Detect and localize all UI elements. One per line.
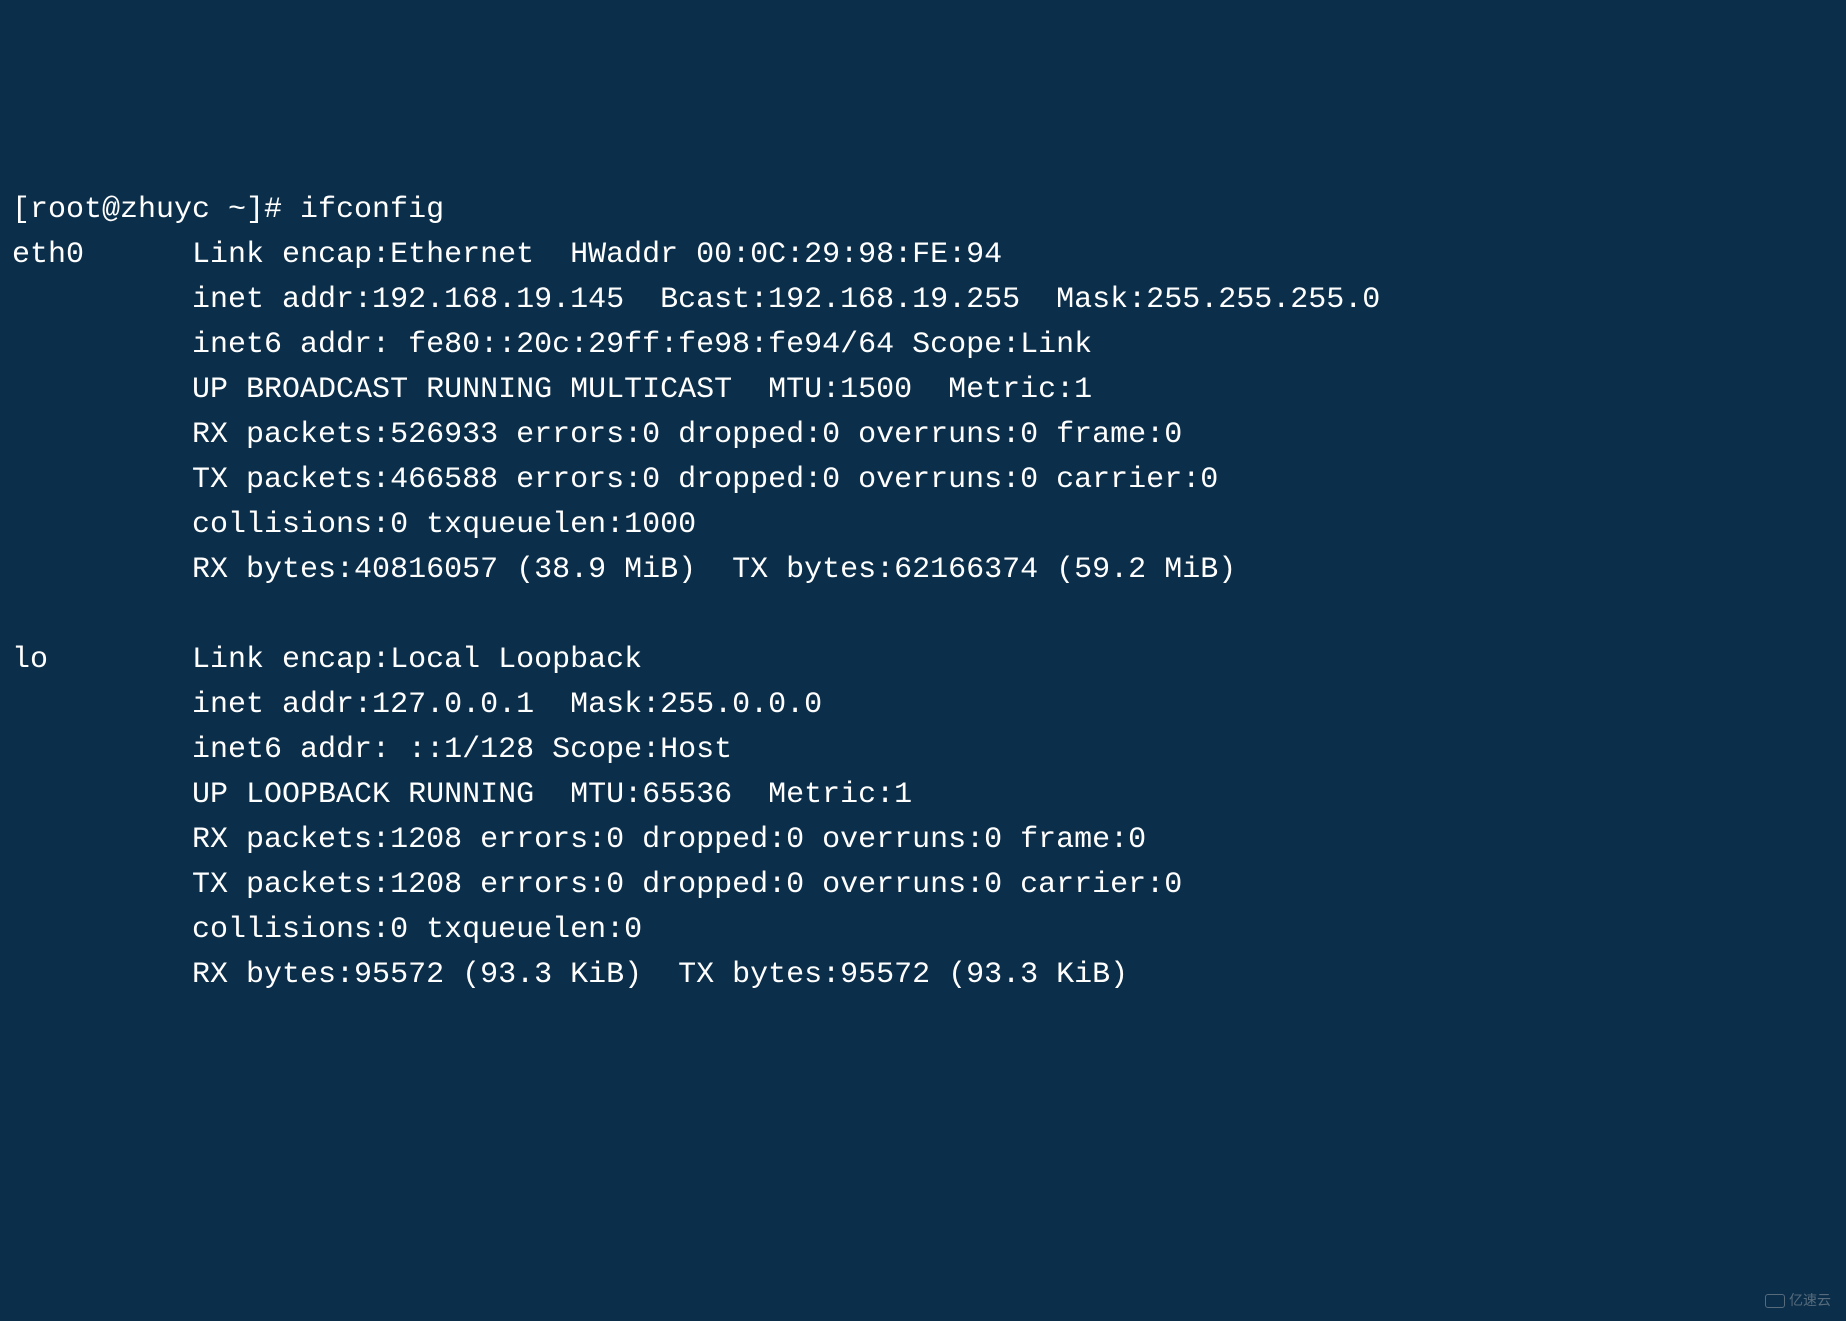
lo-name: lo [12, 643, 48, 677]
lo-bytes: RX bytes:95572 (93.3 KiB) TX bytes:95572… [192, 958, 1128, 992]
terminal-output[interactable]: [root@zhuyc ~]# ifconfig eth0 Link encap… [12, 188, 1834, 998]
eth0-rx-packets: RX packets:526933 errors:0 dropped:0 ove… [192, 418, 1182, 452]
watermark: 亿速云 [1765, 1290, 1831, 1311]
eth0-bytes: RX bytes:40816057 (38.9 MiB) TX bytes:62… [192, 553, 1236, 587]
eth0-name: eth0 [12, 238, 84, 272]
watermark-icon [1765, 1294, 1785, 1308]
lo-inet-addr: inet addr:127.0.0.1 Mask:255.0.0.0 [192, 688, 822, 722]
prompt-line: [root@zhuyc ~]# ifconfig [12, 193, 444, 227]
lo-inet6-addr: inet6 addr: ::1/128 Scope:Host [192, 733, 732, 767]
lo-link-encap: Link encap:Local Loopback [192, 643, 642, 677]
eth0-inet-addr: inet addr:192.168.19.145 Bcast:192.168.1… [192, 283, 1380, 317]
lo-collisions: collisions:0 txqueuelen:0 [192, 913, 642, 947]
eth0-collisions: collisions:0 txqueuelen:1000 [192, 508, 696, 542]
lo-rx-packets: RX packets:1208 errors:0 dropped:0 overr… [192, 823, 1146, 857]
eth0-inet6-addr: inet6 addr: fe80::20c:29ff:fe98:fe94/64 … [192, 328, 1092, 362]
eth0-link-encap: Link encap:Ethernet HWaddr 00:0C:29:98:F… [192, 238, 1002, 272]
lo-flags: UP LOOPBACK RUNNING MTU:65536 Metric:1 [192, 778, 912, 812]
eth0-tx-packets: TX packets:466588 errors:0 dropped:0 ove… [192, 463, 1218, 497]
eth0-flags: UP BROADCAST RUNNING MULTICAST MTU:1500 … [192, 373, 1092, 407]
lo-tx-packets: TX packets:1208 errors:0 dropped:0 overr… [192, 868, 1182, 902]
watermark-text: 亿速云 [1789, 1290, 1831, 1311]
